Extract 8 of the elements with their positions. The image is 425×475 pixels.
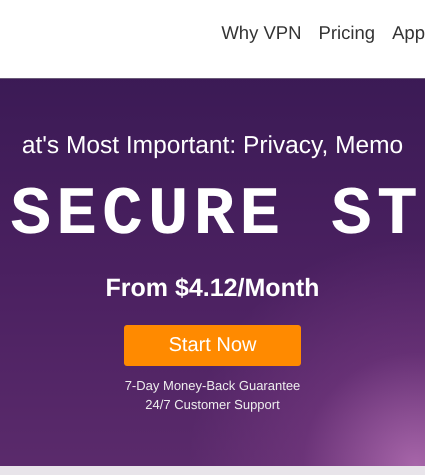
guarantee-note: 7-Day Money-Back Guarantee: [124, 378, 300, 393]
nav-link[interactable]: Why VPN: [221, 22, 302, 44]
nav-link[interactable]: App: [392, 22, 425, 44]
hero-headline: SECURE ST: [9, 178, 423, 254]
price-text: From $4.12/Month: [106, 274, 320, 303]
hero-tagline: at's Most Important: Privacy, Memo: [22, 132, 404, 160]
nav-link[interactable]: Pricing: [318, 22, 376, 44]
guarantee-note: 24/7 Customer Support: [145, 397, 280, 412]
